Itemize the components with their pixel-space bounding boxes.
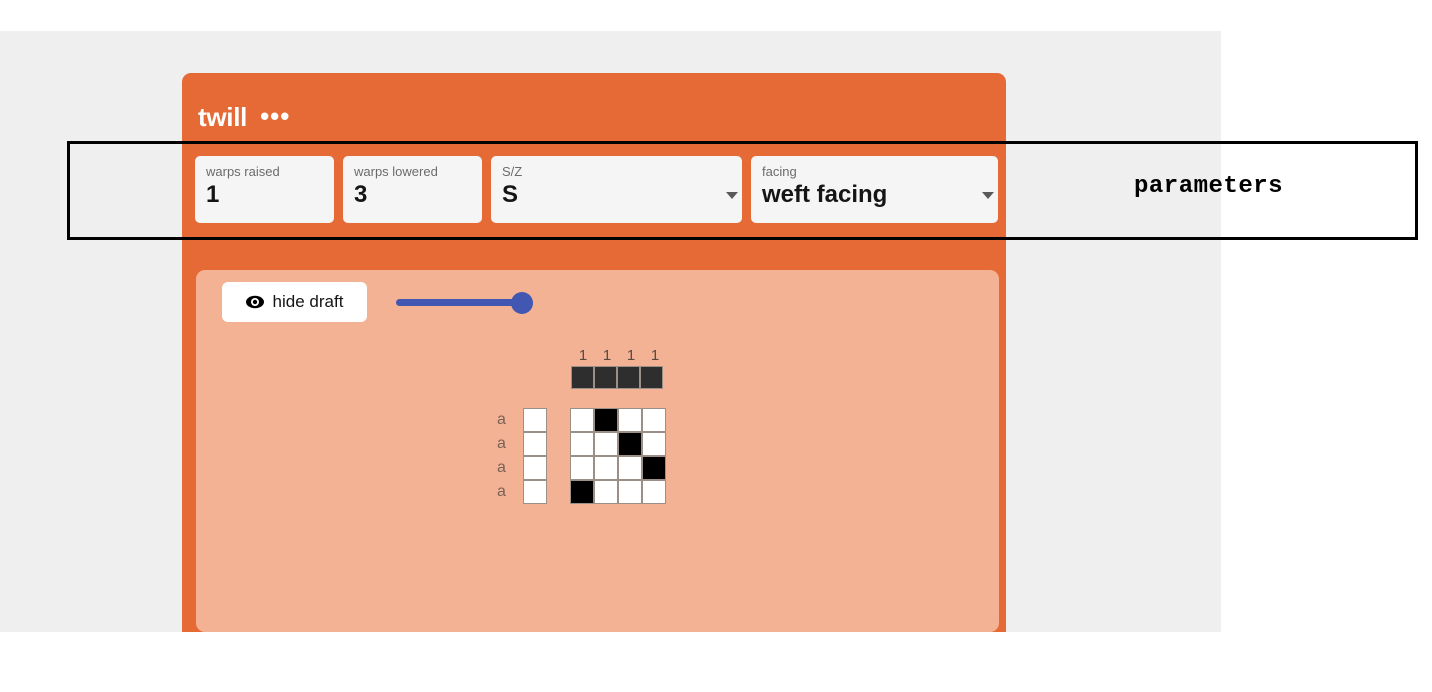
chevron-down-icon[interactable] [982,192,994,199]
weave-draft-card: twill ••• warps raised 1 warps lowered 3… [182,73,1006,632]
treadling-column[interactable] [523,408,547,504]
treadling-cell[interactable] [523,432,547,456]
more-options-icon[interactable]: ••• [260,104,290,129]
chevron-down-icon[interactable] [726,192,738,199]
param-facing-label: facing [762,164,797,179]
drawdown-cell[interactable] [642,408,666,432]
threading-number: 1 [602,347,612,364]
draft-panel: hide draft 1111 aaaa 1/3Ztwill 4 x 4 [196,270,999,632]
drawdown-cell[interactable] [594,456,618,480]
card-title: twill [198,102,248,132]
treadling-cell[interactable] [523,456,547,480]
drawdown-row [570,480,666,504]
threading-cell[interactable] [640,366,663,389]
drawdown-cell[interactable] [618,480,642,504]
annotation-label: parameters [1134,173,1284,200]
treadling-cell[interactable] [523,480,547,504]
drawdown-cell[interactable] [570,456,594,480]
param-warps-raised[interactable]: warps raised 1 [195,156,334,223]
param-facing-value: weft facing [762,181,888,209]
parameters-row: warps raised 1 warps lowered 3 S/Z S fac… [195,156,998,223]
treadle-label: a [497,411,506,428]
eye-icon [245,295,264,309]
drawdown-cell[interactable] [570,432,594,456]
drawdown-cell[interactable] [618,432,642,456]
draft-zoom-slider[interactable] [396,292,541,314]
param-warps-lowered-value: 3 [354,181,368,209]
drawdown-row [570,456,666,480]
param-sz-label: S/Z [502,164,523,179]
drawdown-row [570,432,666,456]
drawdown-cell[interactable] [618,408,642,432]
param-warps-raised-label: warps raised [206,164,280,179]
param-warps-lowered-label: warps lowered [354,164,438,179]
drawdown-cell[interactable] [594,432,618,456]
hide-draft-label: hide draft [272,292,344,311]
drawdown-cell[interactable] [570,480,594,504]
drawdown-cell[interactable] [642,432,666,456]
drawdown-cell[interactable] [618,456,642,480]
threading-number: 1 [578,347,588,364]
threading-cell-row[interactable] [571,366,663,389]
threading-number-row: 1111 [571,348,667,363]
drawdown-cell[interactable] [570,408,594,432]
drawdown-grid[interactable] [570,408,666,504]
threading-cell[interactable] [571,366,594,389]
drawdown-cell[interactable] [594,408,618,432]
drawdown-cell[interactable] [642,480,666,504]
card-header: twill ••• [198,104,290,130]
threading-cell[interactable] [594,366,617,389]
param-facing-select[interactable]: facing weft facing [751,156,998,223]
param-warps-raised-value: 1 [206,181,220,209]
treadling-cell[interactable] [523,408,547,432]
slider-thumb[interactable] [511,292,533,314]
drawdown-cell[interactable] [594,480,618,504]
param-sz-value: S [502,181,519,209]
param-warps-lowered[interactable]: warps lowered 3 [343,156,482,223]
threading-cell[interactable] [617,366,640,389]
threading-number: 1 [626,347,636,364]
drawdown-cell[interactable] [642,456,666,480]
hide-draft-button[interactable]: hide draft [222,282,367,322]
threading-number: 1 [650,347,660,364]
param-sz-select[interactable]: S/Z S [491,156,742,223]
drawdown-row [570,408,666,432]
treadle-label: a [497,459,506,476]
draft-grid-body: aaaa [497,408,666,504]
treadle-label: a [497,483,506,500]
treadle-label-column: aaaa [497,408,523,504]
slider-track[interactable] [396,299,530,306]
treadle-label: a [497,435,506,452]
